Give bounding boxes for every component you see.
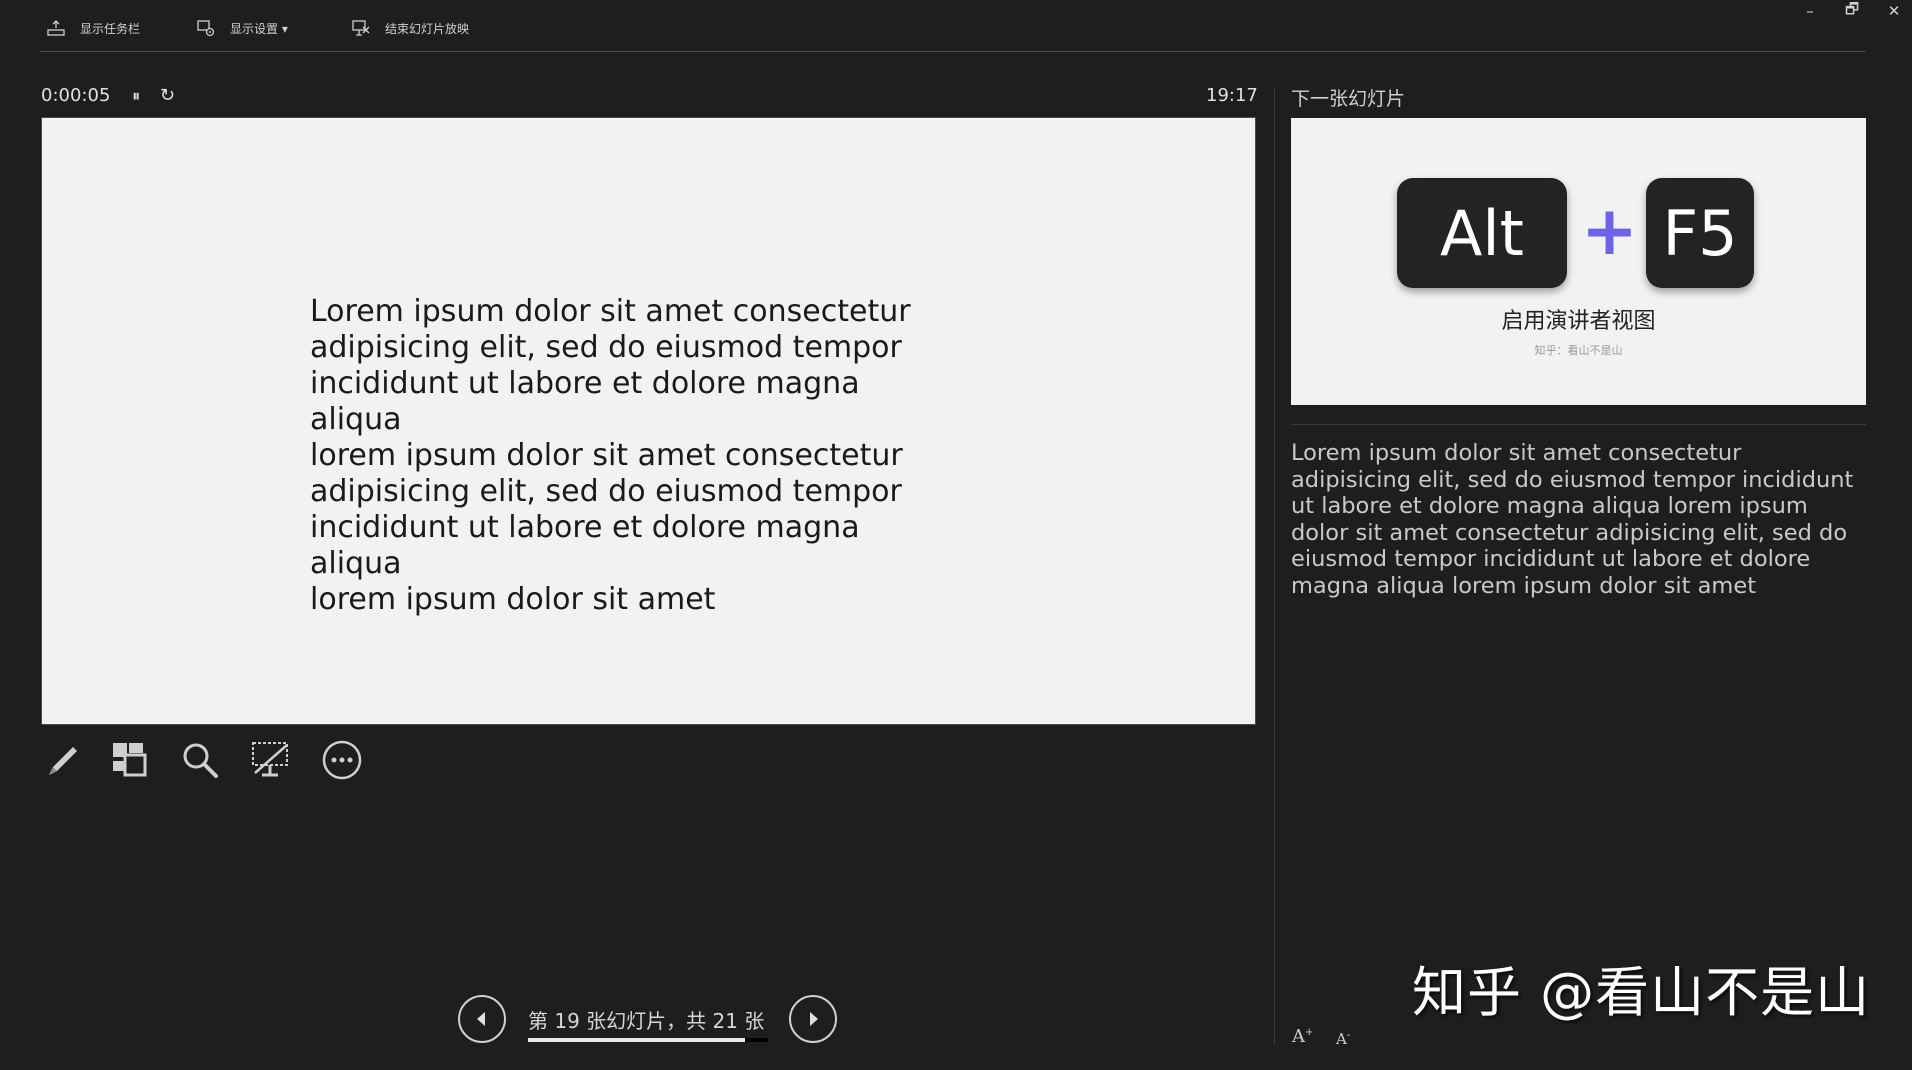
show-taskbar-label: 显示任务栏 <box>80 21 141 36</box>
slide-text-line: Lorem ipsum dolor sit amet consectetur <box>310 294 911 329</box>
next-slide-button[interactable] <box>789 995 837 1043</box>
end-slideshow-button[interactable]: 结束幻灯片放映 <box>351 14 469 42</box>
slide-text-line: incididunt ut labore et dolore magna ali… <box>310 510 860 581</box>
watermark: 知乎 @看山不是山 <box>1412 961 1871 1024</box>
next-slide-label: 下一张幻灯片 <box>1291 88 1406 110</box>
pause-timer-button[interactable]: ⏸ <box>132 86 140 105</box>
pane-divider[interactable] <box>1274 88 1275 1046</box>
pen-icon <box>49 747 77 775</box>
restore-button[interactable]: 🗗 <box>1834 0 1870 22</box>
end-slideshow-icon <box>352 20 370 36</box>
display-settings-button[interactable]: 显示设置 ▾ <box>196 14 288 42</box>
all-slides-icon <box>113 743 147 777</box>
display-settings-label: 显示设置 ▾ <box>230 21 288 36</box>
current-slide[interactable]: Lorem ipsum dolor sit amet consectetur a… <box>41 117 1256 725</box>
taskbar-icon <box>47 20 65 36</box>
alt-key-label: Alt <box>1440 196 1524 270</box>
slide-body-text: Lorem ipsum dolor sit amet consectetur a… <box>310 294 950 618</box>
slide-text-line: adipisicing elit, sed do eiusmod tempor <box>310 330 902 365</box>
next-slide-preview[interactable]: Alt + F5 启用演讲者视图 知乎：看山不是山 <box>1291 118 1866 405</box>
slide-text-line: lorem ipsum dolor sit amet <box>310 582 716 617</box>
show-taskbar-button[interactable]: 显示任务栏 <box>46 14 140 42</box>
slide-text-line: lorem ipsum dolor sit amet consectetur <box>310 438 903 473</box>
alt-key-graphic: Alt <box>1397 178 1567 288</box>
slide-text-line: adipisicing elit, sed do eiusmod tempor <box>310 474 902 509</box>
restart-timer-button[interactable]: ↻ <box>160 85 175 106</box>
next-slide-subtitle: 知乎：看山不是山 <box>1534 344 1623 357</box>
black-screen-icon <box>252 742 288 777</box>
decrease-font-icon: A <box>1336 1030 1347 1048</box>
more-options-button[interactable] <box>320 738 364 782</box>
minimize-button[interactable]: – <box>1792 0 1828 22</box>
restart-icon: ↻ <box>159 85 175 106</box>
previous-slide-button[interactable] <box>458 995 506 1043</box>
zoom-button[interactable] <box>178 738 222 782</box>
slide-progress-fill <box>528 1038 745 1042</box>
f5-key-label: F5 <box>1662 196 1738 270</box>
end-slideshow-label: 结束幻灯片放映 <box>385 21 470 36</box>
decrease-notes-font-button[interactable]: A- <box>1336 1030 1350 1048</box>
slide-text-line: incididunt ut labore et dolore magna ali… <box>310 366 860 437</box>
all-slides-button[interactable] <box>108 738 152 782</box>
previous-arrow-icon <box>477 1012 485 1026</box>
toolbar-divider <box>40 51 1866 52</box>
increase-notes-font-button[interactable]: A+ <box>1292 1026 1313 1047</box>
next-arrow-icon <box>810 1012 818 1026</box>
next-slide-title: 启用演讲者视图 <box>1501 309 1656 334</box>
current-time: 19:17 <box>1206 85 1258 106</box>
speaker-notes[interactable]: Lorem ipsum dolor sit amet consectetur a… <box>1291 440 1866 599</box>
notes-divider <box>1291 424 1866 425</box>
pen-tool-button[interactable] <box>40 738 84 782</box>
slide-counter: 第 19 张幻灯片，共 21 张 <box>528 1009 765 1033</box>
black-screen-button[interactable] <box>248 738 292 782</box>
close-button[interactable]: ✕ <box>1876 0 1912 22</box>
elapsed-timer: 0:00:05 ⏸ ↻ <box>41 85 175 106</box>
more-options-icon <box>322 740 362 780</box>
plus-sign: + <box>1581 192 1638 271</box>
increase-font-icon: A <box>1292 1026 1305 1047</box>
pause-icon: ⏸ <box>132 86 141 105</box>
elapsed-time: 0:00:05 <box>41 85 111 106</box>
display-settings-icon <box>197 20 215 37</box>
f5-key-graphic: F5 <box>1646 178 1754 288</box>
zoom-icon <box>183 743 218 778</box>
